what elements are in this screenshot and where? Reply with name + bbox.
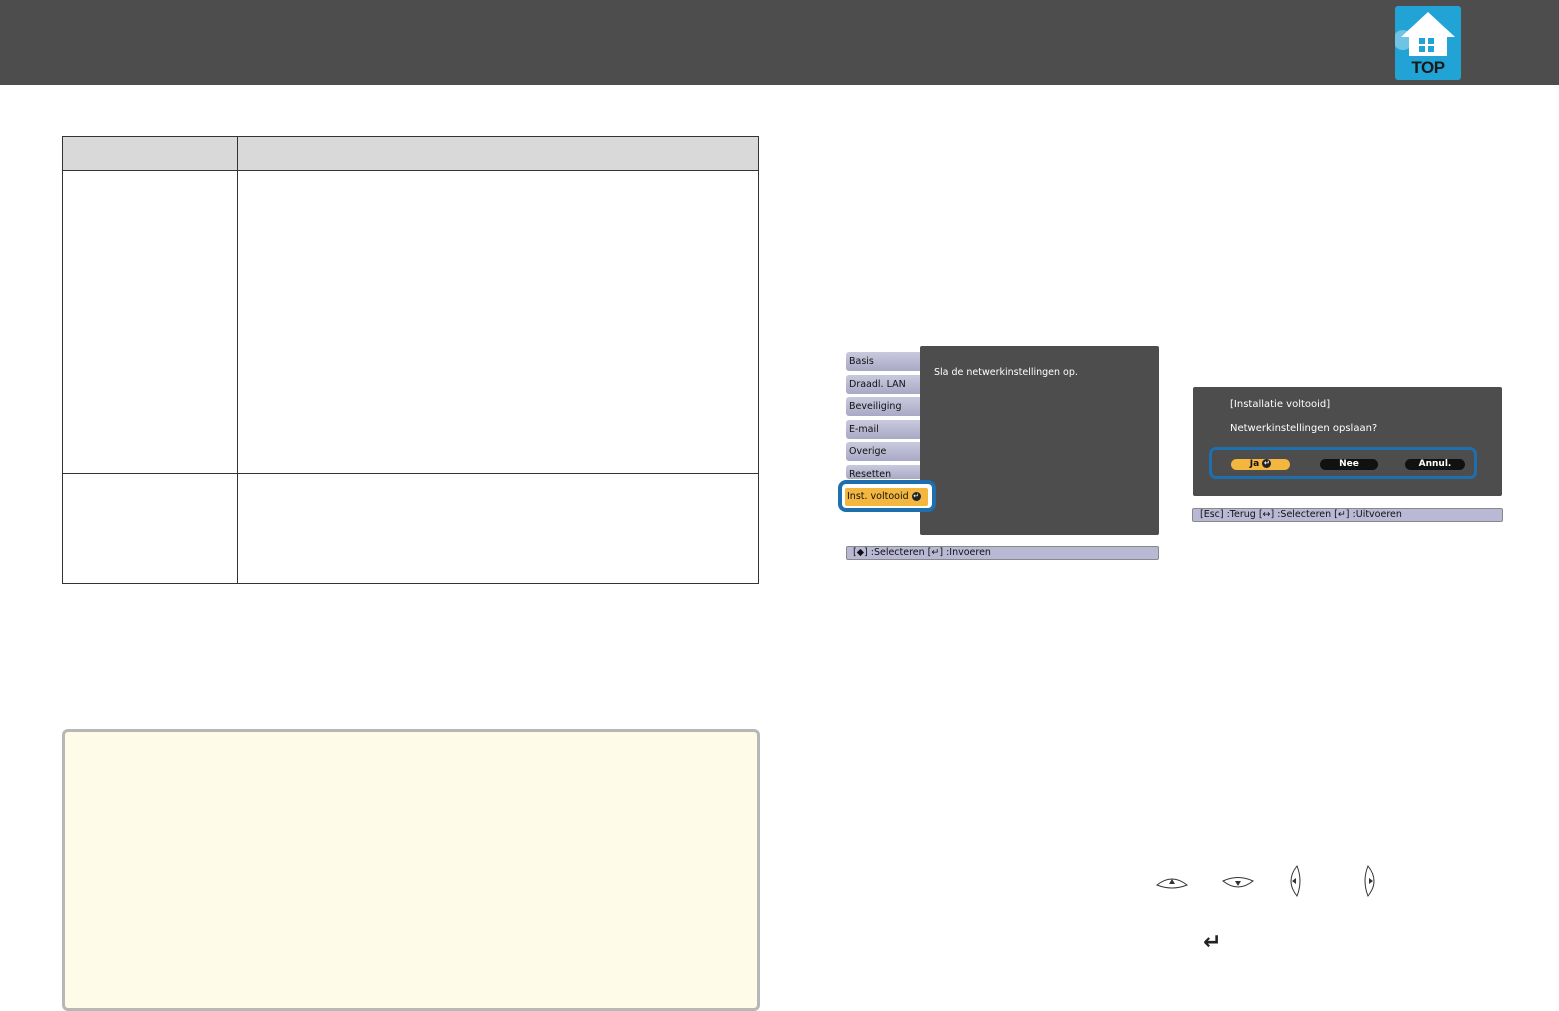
- top-home-icon[interactable]: TOP: [1395, 6, 1461, 80]
- table-row: [62, 170, 759, 474]
- cancel-button[interactable]: Annul.: [1405, 459, 1465, 470]
- table-cell: [62, 170, 238, 474]
- table-row: [62, 473, 759, 584]
- table-cell: [237, 473, 759, 584]
- menu-item-resetten[interactable]: Resetten: [846, 464, 922, 479]
- left-arrow-button-icon: [1290, 865, 1301, 897]
- yes-button[interactable]: Ja ↵: [1231, 459, 1290, 470]
- menu-panel-text: Sla de netwerkinstellingen op.: [934, 367, 1078, 378]
- header-bar: TOP: [0, 0, 1559, 85]
- menu-item-overige[interactable]: Overige: [846, 442, 922, 461]
- menu-item-inst-voltooid[interactable]: Inst. voltooid ↵: [845, 488, 928, 506]
- enter-icon: ↵: [911, 492, 921, 501]
- right-arrow-button-icon: [1364, 865, 1375, 897]
- enter-button-icon: ↵: [1203, 930, 1222, 955]
- table-header-row: [62, 136, 759, 171]
- house-icon: [1395, 12, 1455, 56]
- dialog-panel: [Installatie voltooid] Netwerkinstelling…: [1193, 387, 1502, 496]
- menu-content-panel: Sla de netwerkinstellingen op.: [920, 346, 1159, 535]
- dialog-footer-hint: [Esc] :Terug [↔] :Selecteren [↵] :Uitvoe…: [1192, 508, 1503, 522]
- selection-highlight: Inst. voltooid ↵: [838, 480, 936, 512]
- menu-sidebar: Basis Draadl. LAN Beveiliging E-mail Ove…: [846, 352, 922, 479]
- settings-table: [62, 136, 759, 584]
- menu-item-draadl-lan[interactable]: Draadl. LAN: [846, 374, 922, 394]
- no-button[interactable]: Nee: [1320, 459, 1378, 470]
- menu-item-beveiliging[interactable]: Beveiliging: [846, 397, 922, 416]
- menu-footer-hint: [◆] :Selecteren [↵] :Invoeren: [846, 546, 1159, 560]
- menu-item-e-mail[interactable]: E-mail: [846, 419, 922, 439]
- top-logo-label: TOP: [1411, 58, 1445, 77]
- dialog-title: [Installatie voltooid]: [1230, 399, 1331, 410]
- network-menu-screenshot: Basis Draadl. LAN Beveiliging E-mail Ove…: [838, 346, 1160, 562]
- menu-item-basis[interactable]: Basis: [846, 352, 922, 371]
- dialog-button-group: Ja ↵ Nee Annul.: [1209, 447, 1477, 479]
- table-header-cell: [237, 136, 759, 171]
- save-dialog-screenshot: [Installatie voltooid] Netwerkinstelling…: [1192, 387, 1504, 523]
- yes-button-label: Ja: [1249, 459, 1260, 469]
- enter-icon: ↵: [1262, 459, 1272, 468]
- dialog-question: Netwerkinstellingen opslaan?: [1230, 423, 1378, 434]
- table-cell: [62, 473, 238, 584]
- inst-voltooid-label: Inst. voltooid: [847, 491, 909, 502]
- table-cell: [237, 170, 759, 474]
- down-arrow-button-icon: [1222, 877, 1254, 888]
- note-box: [62, 729, 760, 1011]
- table-header-cell: [62, 136, 238, 171]
- up-arrow-button-icon: [1156, 878, 1188, 889]
